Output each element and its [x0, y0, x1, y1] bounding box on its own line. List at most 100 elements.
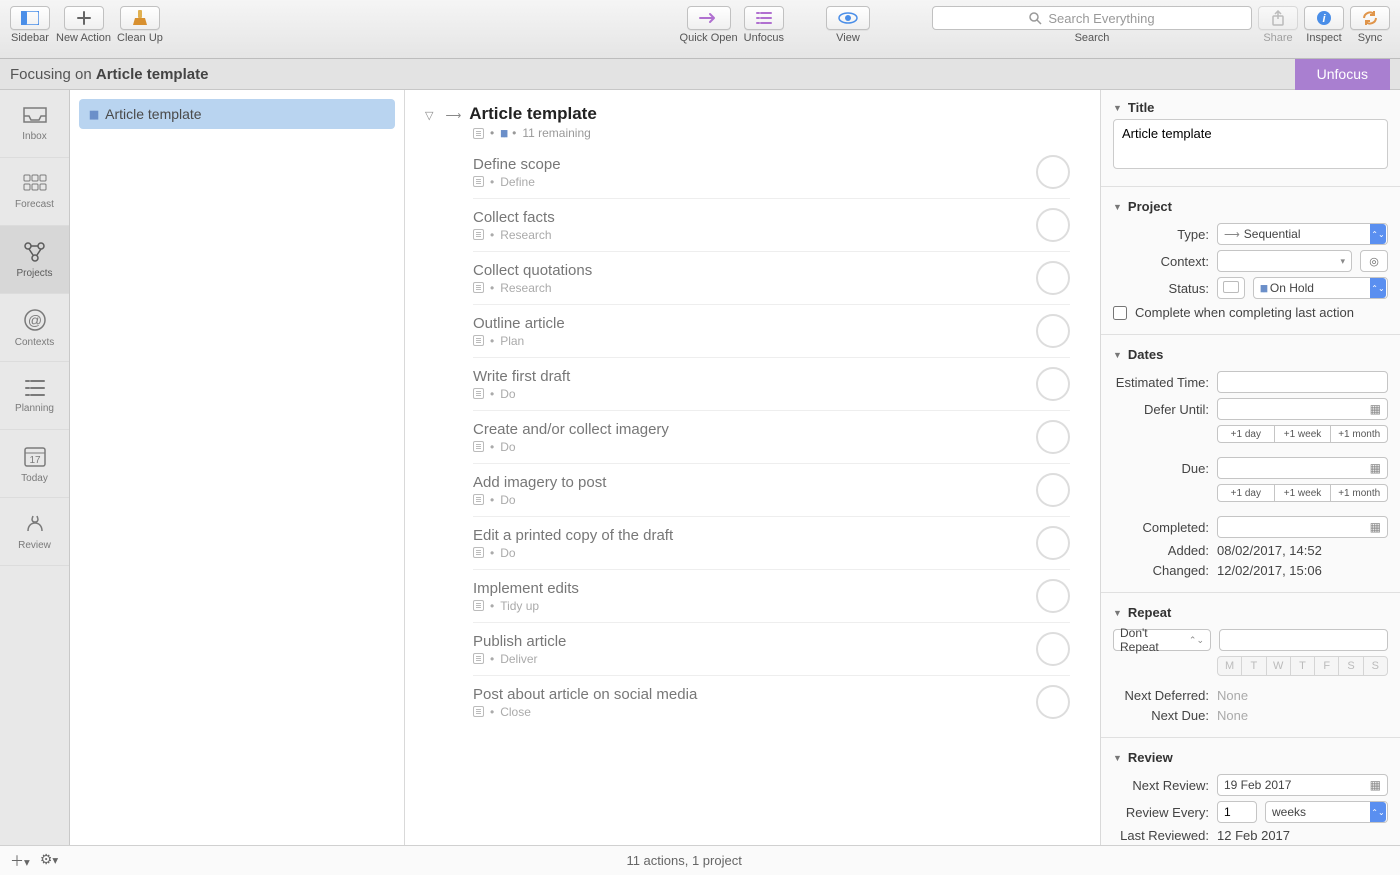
estimated-time-field[interactable] — [1217, 371, 1388, 393]
note-icon[interactable] — [473, 335, 484, 346]
task-row[interactable]: Post about article on social media • Clo… — [473, 676, 1070, 728]
context-goto-button[interactable]: ◎ — [1360, 250, 1388, 272]
plus-1-month-button[interactable]: +1 month — [1330, 484, 1388, 502]
plus-1-week-button[interactable]: +1 week — [1274, 484, 1332, 502]
task-row[interactable]: Publish article • Deliver — [473, 623, 1070, 676]
task-checkbox[interactable] — [1036, 579, 1070, 613]
note-icon[interactable] — [473, 706, 484, 717]
task-subline: • Do — [473, 440, 1036, 454]
note-icon[interactable] — [473, 176, 484, 187]
note-icon[interactable] — [473, 229, 484, 240]
inspect-button[interactable]: i — [1304, 6, 1344, 30]
type-select[interactable]: ⟶ Sequential ⌃⌄ — [1217, 223, 1388, 245]
repeat-day[interactable]: M — [1217, 656, 1242, 676]
calendar-icon[interactable]: ▦ — [1370, 778, 1381, 792]
repeat-day[interactable]: T — [1241, 656, 1266, 676]
add-menu-button[interactable]: ＋▾ — [10, 851, 30, 871]
project-title[interactable]: Article template — [469, 104, 597, 124]
task-row[interactable]: Create and/or collect imagery • Do — [473, 411, 1070, 464]
gear-menu-button[interactable]: ⚙▾ — [40, 851, 58, 871]
clean-up-button[interactable] — [120, 6, 160, 30]
sidetab-forecast[interactable]: Forecast — [0, 158, 69, 226]
project-list-item[interactable]: ▮▮ Article template — [79, 99, 395, 129]
context-combo[interactable]: ▾ — [1217, 250, 1352, 272]
new-action-button[interactable] — [64, 6, 104, 30]
repeat-mode-select[interactable]: Don't Repeat⌃⌄ — [1113, 629, 1211, 651]
search-input[interactable]: Search Everything — [932, 6, 1252, 30]
flag-button[interactable] — [1217, 277, 1245, 299]
sidetab-review[interactable]: Review — [0, 498, 69, 566]
task-row[interactable]: Write first draft • Do — [473, 358, 1070, 411]
focus-prefix: Focusing on — [10, 66, 96, 83]
share-button[interactable] — [1258, 6, 1298, 30]
focus-text: Focusing on Article template — [10, 66, 208, 83]
calendar-icon[interactable]: ▦ — [1370, 402, 1381, 416]
task-checkbox[interactable] — [1036, 208, 1070, 242]
task-checkbox[interactable] — [1036, 473, 1070, 507]
unfocus-button[interactable]: Unfocus — [1295, 59, 1390, 90]
sidetab-planning[interactable]: Planning — [0, 362, 69, 430]
note-icon[interactable] — [473, 128, 484, 139]
plus-1-month-button[interactable]: +1 month — [1330, 425, 1388, 443]
calendar-icon[interactable]: ▦ — [1370, 520, 1381, 534]
repeat-day[interactable]: S — [1363, 656, 1388, 676]
defer-until-field[interactable]: ▦ — [1217, 398, 1388, 420]
sidetab-contexts[interactable]: @Contexts — [0, 294, 69, 362]
note-icon[interactable] — [473, 282, 484, 293]
sidebar-toggle-button[interactable] — [10, 6, 50, 30]
task-row[interactable]: Collect quotations • Research — [473, 252, 1070, 305]
task-row[interactable]: Edit a printed copy of the draft • Do — [473, 517, 1070, 570]
status-select[interactable]: ▮▮ On Hold ⌃⌄ — [1253, 277, 1388, 299]
task-row[interactable]: Add imagery to post • Do — [473, 464, 1070, 517]
task-checkbox[interactable] — [1036, 367, 1070, 401]
due-field[interactable]: ▦ — [1217, 457, 1388, 479]
task-checkbox[interactable] — [1036, 314, 1070, 348]
task-row[interactable]: Collect facts • Research — [473, 199, 1070, 252]
repeat-day[interactable]: W — [1266, 656, 1291, 676]
note-icon[interactable] — [473, 653, 484, 664]
next-review-field[interactable]: 19 Feb 2017▦ — [1217, 774, 1388, 796]
plus-1-day-button[interactable]: +1 day — [1217, 484, 1275, 502]
inspector-title-header[interactable]: ▼Title — [1113, 96, 1388, 119]
inspector-review-header[interactable]: ▼Review — [1113, 746, 1388, 769]
task-checkbox[interactable] — [1036, 261, 1070, 295]
repeat-day[interactable]: F — [1314, 656, 1339, 676]
task-subline: • Define — [473, 175, 1036, 189]
view-button[interactable] — [826, 6, 870, 30]
inspector-project-header[interactable]: ▼Project — [1113, 195, 1388, 218]
repeat-value-field[interactable] — [1219, 629, 1388, 651]
task-checkbox[interactable] — [1036, 155, 1070, 189]
note-icon[interactable] — [473, 547, 484, 558]
review-every-number[interactable] — [1217, 801, 1257, 823]
repeat-day[interactable]: S — [1338, 656, 1363, 676]
calendar-icon[interactable]: ▦ — [1370, 461, 1381, 475]
complete-when-checkbox[interactable] — [1113, 306, 1127, 320]
task-checkbox[interactable] — [1036, 420, 1070, 454]
task-row[interactable]: Define scope • Define — [473, 146, 1070, 199]
completed-field[interactable]: ▦ — [1217, 516, 1388, 538]
disclosure-triangle-icon[interactable]: ▽ — [425, 109, 433, 122]
task-checkbox[interactable] — [1036, 632, 1070, 666]
sidebar-icon — [21, 11, 39, 25]
plus-1-day-button[interactable]: +1 day — [1217, 425, 1275, 443]
inspector-repeat-header[interactable]: ▼Repeat — [1113, 601, 1388, 624]
task-row[interactable]: Outline article • Plan — [473, 305, 1070, 358]
review-every-unit-select[interactable]: weeks⌃⌄ — [1265, 801, 1388, 823]
unfocus-toolbar-button[interactable] — [744, 6, 784, 30]
inspector-dates-header[interactable]: ▼Dates — [1113, 343, 1388, 366]
sync-button[interactable] — [1350, 6, 1390, 30]
quick-open-button[interactable] — [687, 6, 731, 30]
plus-1-week-button[interactable]: +1 week — [1274, 425, 1332, 443]
sidetab-projects[interactable]: Projects — [0, 226, 69, 294]
note-icon[interactable] — [473, 600, 484, 611]
note-icon[interactable] — [473, 441, 484, 452]
task-checkbox[interactable] — [1036, 526, 1070, 560]
sidetab-today[interactable]: 17Today — [0, 430, 69, 498]
task-row[interactable]: Implement edits • Tidy up — [473, 570, 1070, 623]
note-icon[interactable] — [473, 388, 484, 399]
note-icon[interactable] — [473, 494, 484, 505]
sidetab-inbox[interactable]: Inbox — [0, 90, 69, 158]
task-checkbox[interactable] — [1036, 685, 1070, 719]
title-field[interactable] — [1113, 119, 1388, 169]
repeat-day[interactable]: T — [1290, 656, 1315, 676]
